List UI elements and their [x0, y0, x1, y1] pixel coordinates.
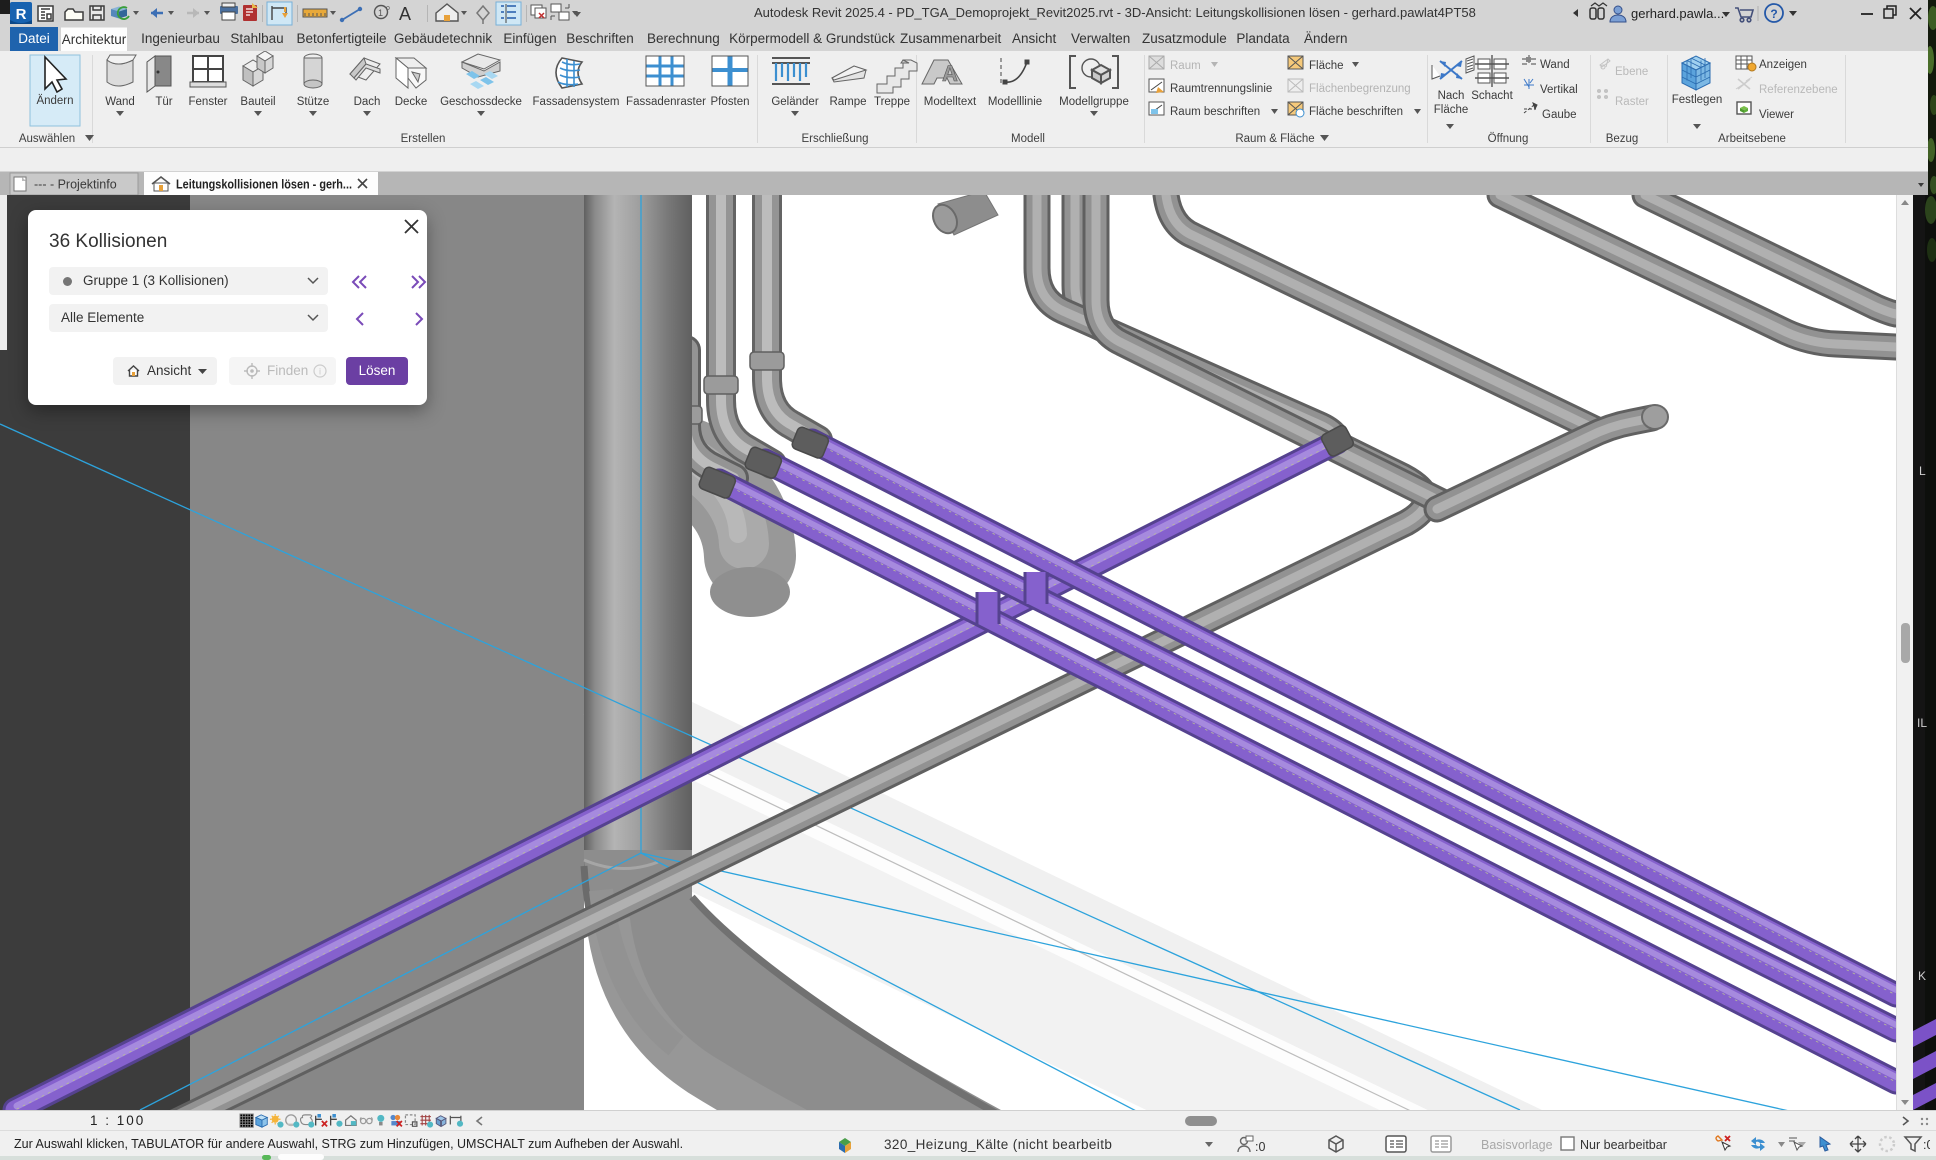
svg-text:Fläche: Fläche: [1434, 104, 1469, 116]
svg-text:Erschließung: Erschließung: [801, 133, 868, 145]
svg-text::0: :0: [1923, 1138, 1930, 1152]
svg-text:Fläche: Fläche: [1309, 60, 1344, 72]
svg-text:Stütze: Stütze: [297, 96, 330, 108]
svg-text:Ändern: Ändern: [36, 95, 73, 107]
svg-text:A: A: [942, 61, 958, 86]
svg-text:320_Heizung_Kälte (nicht bearb: 320_Heizung_Kälte (nicht bearbeitb: [884, 1137, 1112, 1152]
svg-text:Ebene: Ebene: [1615, 66, 1648, 78]
svg-text:Geschossdecke: Geschossdecke: [440, 96, 522, 108]
svg-text:Modell: Modell: [1011, 133, 1045, 145]
svg-text:Flächenbegrenzung: Flächenbegrenzung: [1309, 83, 1411, 95]
svg-text:Fläche beschriften: Fläche beschriften: [1309, 106, 1403, 118]
svg-text:Festlegen: Festlegen: [1672, 94, 1723, 106]
svg-text:--- - Projektinfo: --- - Projektinfo: [34, 178, 117, 192]
svg-text:Fassadenraster: Fassadenraster: [626, 96, 706, 108]
svg-text:Dach: Dach: [354, 96, 381, 108]
svg-text:Öffnung: Öffnung: [1488, 133, 1529, 145]
svg-text:Anzeigen: Anzeigen: [1759, 59, 1807, 71]
svg-text:Autodesk Revit 2025.4 - PD_TGA: Autodesk Revit 2025.4 - PD_TGA_Demoproje…: [754, 5, 1476, 20]
svg-text:Modellgruppe: Modellgruppe: [1059, 96, 1129, 108]
svg-text:Auswählen: Auswählen: [19, 133, 75, 145]
svg-text:Erstellen: Erstellen: [401, 133, 446, 145]
svg-text:Bauteil: Bauteil: [240, 96, 275, 108]
svg-text:Tür: Tür: [155, 96, 172, 108]
svg-text:Fenster: Fenster: [189, 96, 228, 108]
svg-text:A: A: [399, 4, 411, 24]
svg-text:Treppe: Treppe: [874, 96, 910, 108]
svg-text:Modelltext: Modelltext: [924, 96, 977, 108]
svg-text:Schacht: Schacht: [1471, 90, 1513, 102]
svg-text:Decke: Decke: [395, 96, 428, 108]
svg-text:Nach: Nach: [1438, 90, 1465, 102]
svg-text::0: :0: [1255, 1140, 1265, 1154]
svg-text:Raum: Raum: [1170, 60, 1201, 72]
svg-text:Fassadensystem: Fassadensystem: [533, 96, 620, 108]
svg-text:Raumtrennungslinie: Raumtrennungslinie: [1170, 83, 1272, 95]
svg-text:Wand: Wand: [105, 96, 135, 108]
svg-text:Gaube: Gaube: [1542, 109, 1577, 121]
svg-text:1: 1: [378, 8, 383, 18]
svg-text:1 : 100: 1 : 100: [90, 1113, 145, 1128]
svg-text:Vertikal: Vertikal: [1540, 84, 1578, 96]
svg-text:Referenzebene: Referenzebene: [1759, 84, 1838, 96]
svg-text:o: o: [386, 5, 390, 12]
svg-text:Geländer: Geländer: [771, 96, 818, 108]
svg-text:Arbeitsebene: Arbeitsebene: [1718, 133, 1786, 145]
svg-text:?: ?: [1770, 7, 1777, 21]
svg-text:Pfosten: Pfosten: [711, 96, 750, 108]
svg-text:Leitungskollisionen lösen - ge: Leitungskollisionen lösen - gerh...: [176, 178, 352, 192]
svg-text:IL: IL: [1917, 716, 1927, 730]
svg-text:i: i: [319, 367, 321, 377]
svg-text:Raster: Raster: [1615, 96, 1649, 108]
svg-text:Nur bearbeitbar: Nur bearbeitbar: [1580, 1138, 1667, 1152]
svg-text:Bezug: Bezug: [1606, 133, 1639, 145]
svg-text:Wand: Wand: [1540, 59, 1570, 71]
svg-text:Viewer: Viewer: [1759, 109, 1794, 121]
svg-text:gerhard.pawla...: gerhard.pawla...: [1631, 6, 1724, 21]
svg-text:Basisvorlage: Basisvorlage: [1481, 1138, 1553, 1152]
svg-text:Raum & Fläche: Raum & Fläche: [1235, 133, 1314, 145]
svg-text:Rampe: Rampe: [829, 96, 866, 108]
svg-text:K: K: [1918, 969, 1926, 983]
svg-text:R: R: [16, 6, 27, 23]
svg-text:Raum beschriften: Raum beschriften: [1170, 106, 1260, 118]
svg-text:L: L: [1919, 464, 1926, 478]
svg-text:Modelllinie: Modelllinie: [988, 96, 1042, 108]
